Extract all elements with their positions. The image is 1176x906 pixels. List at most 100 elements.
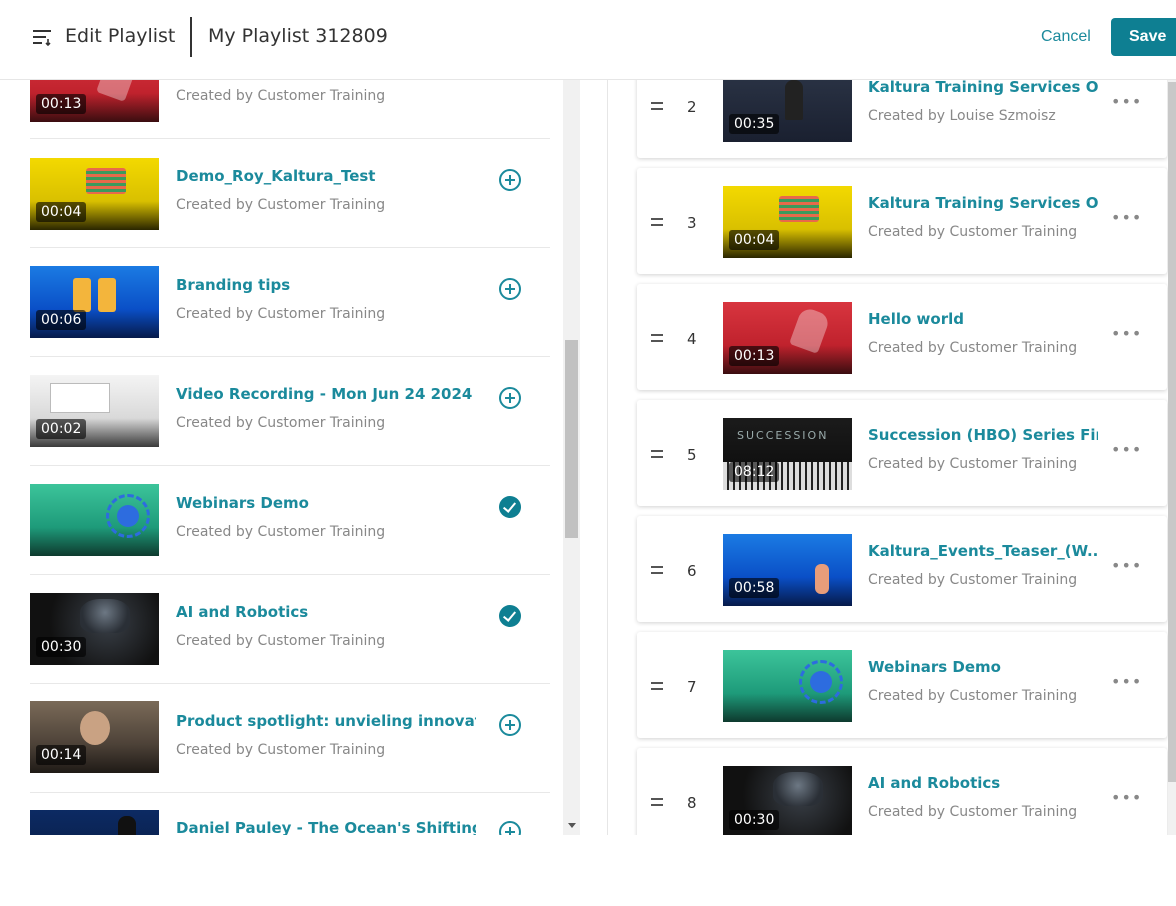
entry-title[interactable]: Kaltura Training Services O... <box>868 194 1098 212</box>
thumbnail-text: SUCCESSION <box>737 429 829 442</box>
entry-index: 4 <box>687 330 697 348</box>
entry-thumbnail: 00:35 <box>723 80 852 142</box>
entry-creator: Created by Customer Training <box>868 572 1078 588</box>
check-circle-icon[interactable] <box>499 496 521 518</box>
entry-title[interactable]: Hello world <box>868 310 1098 328</box>
duration-badge: 00:04 <box>36 202 87 222</box>
more-icon[interactable]: ••• <box>1111 440 1142 459</box>
entry-index: 2 <box>687 98 697 116</box>
duration-badge: 00:14 <box>36 745 87 765</box>
plus-circle-icon[interactable] <box>499 821 521 835</box>
entry-creator: Created by Customer Training <box>176 742 386 758</box>
entry-thumbnail <box>30 810 159 835</box>
plus-circle-icon[interactable] <box>499 714 521 736</box>
more-icon[interactable]: ••• <box>1111 788 1142 807</box>
entry-creator: Created by Customer Training <box>176 524 386 540</box>
entry-creator: Created by Customer Training <box>176 415 386 431</box>
playlist-scrollbar-thumb[interactable] <box>1168 82 1176 782</box>
edit-playlist-title: Edit Playlist <box>65 25 176 47</box>
entry-creator: Created by Customer Training <box>176 197 386 213</box>
entry-index: 3 <box>687 214 697 232</box>
more-icon[interactable]: ••• <box>1111 324 1142 343</box>
list-item[interactable]: 00:02 Video Recording - Mon Jun 24 2024 … <box>30 357 550 466</box>
header-bar: Edit Playlist My Playlist 312809 Cancel … <box>0 0 1176 80</box>
duration-badge: 00:30 <box>729 810 780 830</box>
list-item[interactable]: 00:13 Created by Customer Training <box>30 80 550 139</box>
list-item[interactable]: 00:30 AI and Robotics Created by Custome… <box>30 575 550 684</box>
playlist-entry-card[interactable]: 3 00:04 Kaltura Training Services O... C… <box>637 168 1167 274</box>
list-item[interactable]: 00:04 Demo_Roy_Kaltura_Test Created by C… <box>30 139 550 248</box>
entry-index: 5 <box>687 446 697 464</box>
more-icon[interactable]: ••• <box>1111 672 1142 691</box>
duration-badge: 00:30 <box>36 637 87 657</box>
playlist-entry-card[interactable]: 7 Webinars Demo Created by Customer Trai… <box>637 632 1167 738</box>
drag-handle-icon[interactable] <box>651 450 663 462</box>
plus-circle-icon[interactable] <box>499 387 521 409</box>
more-icon[interactable]: ••• <box>1111 208 1142 227</box>
entry-thumbnail: SUCCESSION 08:12 <box>723 418 852 490</box>
drag-handle-icon[interactable] <box>651 682 663 694</box>
duration-badge: 08:12 <box>729 462 780 482</box>
entry-thumbnail <box>723 650 852 722</box>
entry-creator: Created by Customer Training <box>868 688 1078 704</box>
duration-badge: 00:04 <box>729 230 780 250</box>
media-library-list: 00:13 Created by Customer Training 00:04… <box>0 80 580 835</box>
list-menu-icon[interactable] <box>33 27 53 47</box>
entry-thumbnail: 00:13 <box>30 80 159 122</box>
playlist-entry-card[interactable]: 4 00:13 Hello world Created by Customer … <box>637 284 1167 390</box>
entry-thumbnail: 00:58 <box>723 534 852 606</box>
drag-handle-icon[interactable] <box>651 218 663 230</box>
list-item[interactable]: 00:14 Product spotlight: unvieling innov… <box>30 684 550 793</box>
entry-title[interactable]: Succession (HBO) Series Fin... <box>868 426 1098 444</box>
plus-circle-icon[interactable] <box>499 169 521 191</box>
entry-title[interactable]: Branding tips <box>176 276 476 294</box>
entry-title[interactable]: Daniel Pauley - The Ocean's Shifting B..… <box>176 819 476 835</box>
entry-title[interactable]: Product spotlight: unvieling innovatio..… <box>176 712 476 730</box>
entry-title[interactable]: Webinars Demo <box>176 494 476 512</box>
playlist-entry-card[interactable]: 2 00:35 Kaltura Training Services O... C… <box>637 80 1167 158</box>
entry-creator: Created by Customer Training <box>176 306 386 322</box>
scroll-down-arrow-icon[interactable] <box>568 823 576 828</box>
entry-title[interactable]: Kaltura_Events_Teaser_(W... <box>868 542 1098 560</box>
plus-circle-icon[interactable] <box>499 278 521 300</box>
entry-thumbnail: 00:02 <box>30 375 159 447</box>
entry-title[interactable]: Kaltura Training Services O... <box>868 80 1098 96</box>
list-item[interactable]: Daniel Pauley - The Ocean's Shifting B..… <box>30 793 550 835</box>
duration-badge: 00:35 <box>729 114 780 134</box>
drag-handle-icon[interactable] <box>651 102 663 114</box>
playlist-entry-card[interactable]: 8 00:30 AI and Robotics Created by Custo… <box>637 748 1167 835</box>
entry-index: 7 <box>687 678 697 696</box>
entry-thumbnail: 00:13 <box>723 302 852 374</box>
more-icon[interactable]: ••• <box>1111 556 1142 575</box>
library-scrollbar-thumb[interactable] <box>565 340 578 538</box>
check-circle-icon[interactable] <box>499 605 521 627</box>
playlist-entry-card[interactable]: 6 00:58 Kaltura_Events_Teaser_(W... Crea… <box>637 516 1167 622</box>
drag-handle-icon[interactable] <box>651 798 663 810</box>
more-icon[interactable]: ••• <box>1111 92 1142 111</box>
duration-badge: 00:13 <box>36 94 87 114</box>
playlist-name: My Playlist 312809 <box>208 25 388 47</box>
entry-title[interactable]: Webinars Demo <box>868 658 1098 676</box>
list-item[interactable]: 00:06 Branding tips Created by Customer … <box>30 248 550 357</box>
entry-thumbnail: 00:04 <box>723 186 852 258</box>
entry-title[interactable]: AI and Robotics <box>176 603 476 621</box>
drag-handle-icon[interactable] <box>651 334 663 346</box>
save-button[interactable]: Save <box>1111 18 1176 56</box>
cancel-button[interactable]: Cancel <box>1041 28 1091 46</box>
title-divider <box>190 17 192 57</box>
entry-thumbnail: 00:06 <box>30 266 159 338</box>
entry-title[interactable]: Video Recording - Mon Jun 24 2024 1... <box>176 385 476 403</box>
entry-thumbnail <box>30 484 159 556</box>
playlist-entries-list: 2 00:35 Kaltura Training Services O... C… <box>608 80 1176 835</box>
duration-badge: 00:13 <box>729 346 780 366</box>
entry-creator: Created by Customer Training <box>176 88 386 104</box>
playlist-entry-card[interactable]: 5 SUCCESSION 08:12 Succession (HBO) Seri… <box>637 400 1167 506</box>
entry-title[interactable]: Demo_Roy_Kaltura_Test <box>176 167 476 185</box>
entry-thumbnail: 00:14 <box>30 701 159 773</box>
duration-badge: 00:06 <box>36 310 87 330</box>
entry-creator: Created by Customer Training <box>176 633 386 649</box>
list-item[interactable]: Webinars Demo Created by Customer Traini… <box>30 466 550 575</box>
entry-title[interactable]: AI and Robotics <box>868 774 1098 792</box>
drag-handle-icon[interactable] <box>651 566 663 578</box>
duration-badge: 00:02 <box>36 419 87 439</box>
